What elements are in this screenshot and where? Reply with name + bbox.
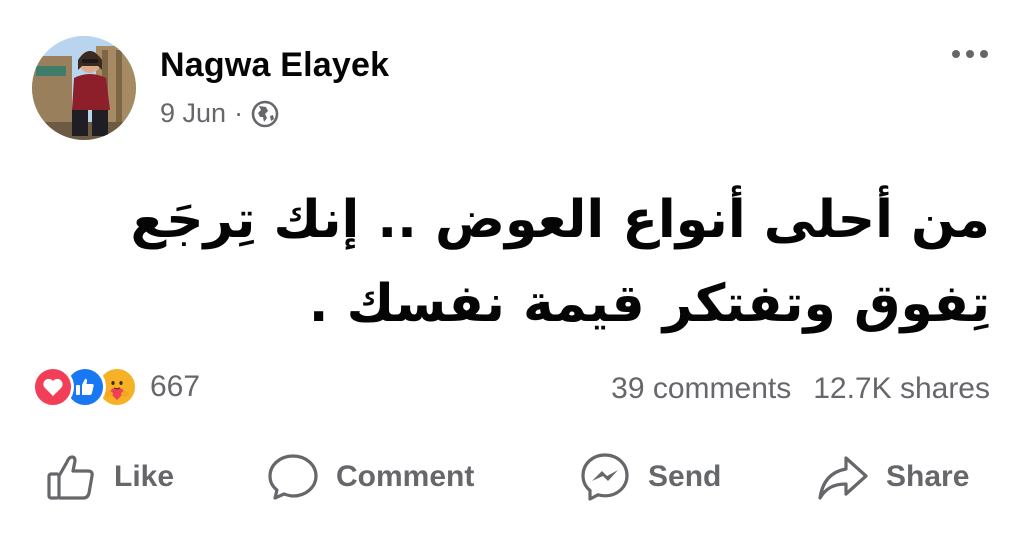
post-text: من أحلى أنواع العوض .. إنك تِرجَع تِفوق … [30, 178, 990, 346]
author-name[interactable]: Nagwa Elayek [160, 46, 389, 85]
facebook-post: Nagwa Elayek 9 Jun · من أحلى أنواع العوض… [0, 0, 1024, 537]
send-button[interactable]: Send [578, 450, 721, 504]
send-label: Send [648, 460, 722, 493]
reaction-count: 667 [150, 370, 201, 403]
comment-label: Comment [336, 460, 475, 493]
share-label: Share [886, 460, 970, 493]
share-button[interactable]: Share [816, 450, 969, 504]
globe-icon[interactable] [251, 100, 279, 128]
messenger-icon [578, 450, 632, 504]
post-text-line: من أحلى أنواع العوض .. إنك تِرجَع [130, 190, 990, 250]
post-text-line: تِفوق وتفتكر قيمة نفسك . [308, 274, 990, 334]
more-options-icon[interactable] [952, 50, 988, 58]
love-reaction-icon [32, 366, 74, 408]
thumbs-up-icon [44, 450, 98, 504]
action-bar: Like Comment Send Share [0, 450, 1024, 514]
meta-separator: · [234, 98, 244, 128]
reactions-summary[interactable]: 667 [32, 366, 200, 408]
engagement-counts: 39 comments 12.7K shares [611, 372, 990, 406]
post-meta: 9 Jun · [160, 98, 279, 129]
like-label: Like [114, 460, 175, 493]
share-arrow-icon [816, 450, 870, 504]
avatar-photo [32, 36, 136, 140]
post-date[interactable]: 9 Jun [160, 98, 226, 129]
avatar[interactable] [32, 36, 136, 140]
comment-icon [266, 450, 320, 504]
shares-count[interactable]: 12.7K shares [813, 372, 990, 406]
comments-count[interactable]: 39 comments [611, 372, 791, 406]
like-button[interactable]: Like [44, 450, 174, 504]
comment-button[interactable]: Comment [266, 450, 474, 504]
